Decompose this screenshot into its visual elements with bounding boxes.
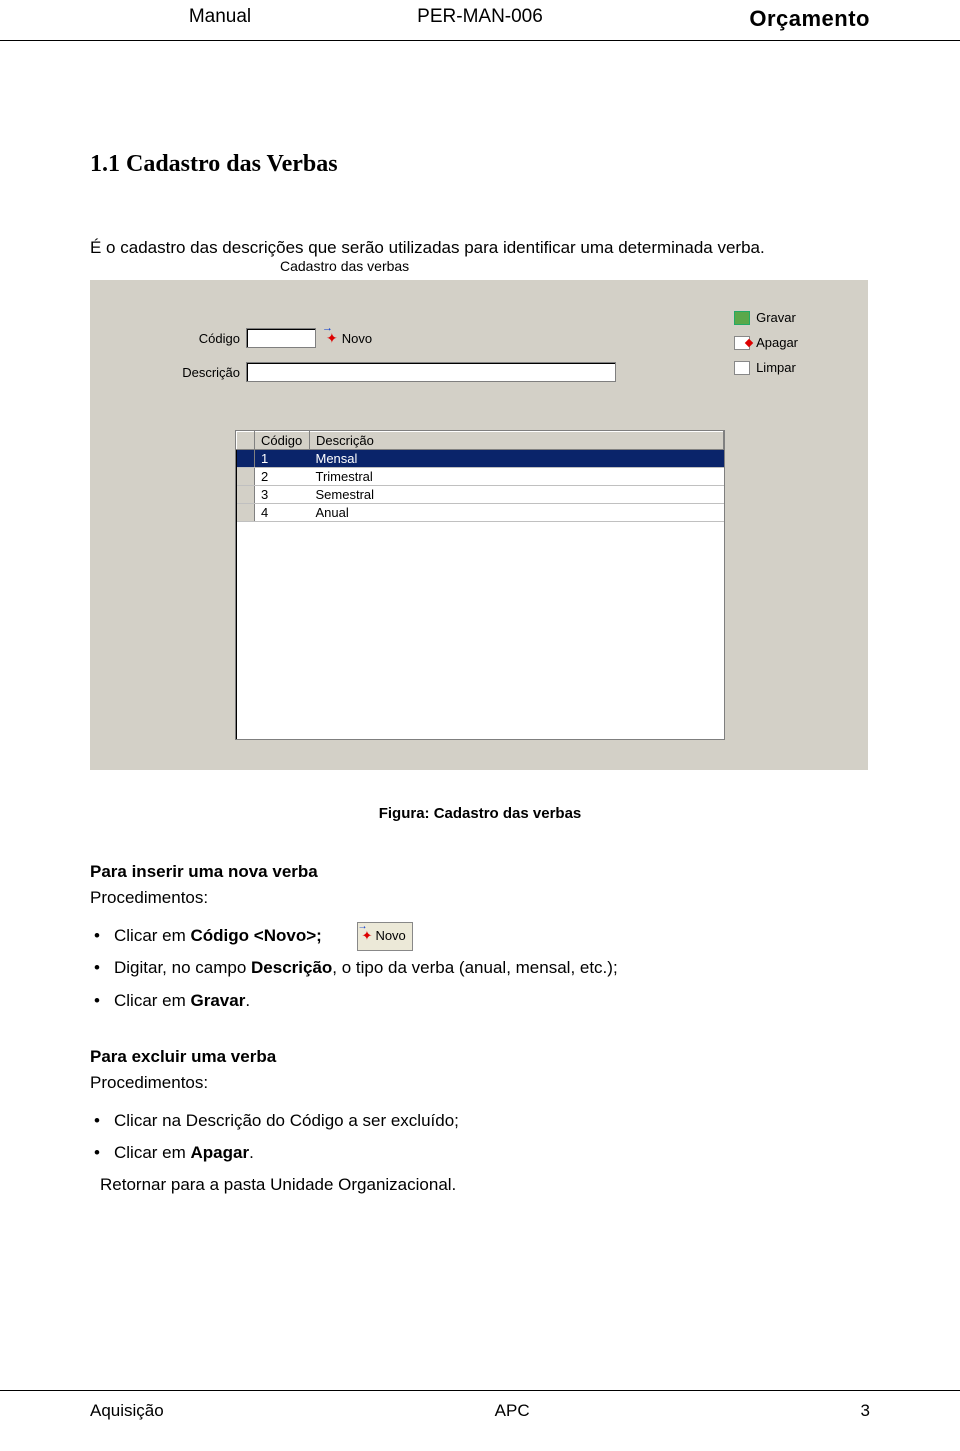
bold-text: Código <Novo>; [191,926,322,945]
data-grid[interactable]: Código Descrição 1 Mensal 2 [235,430,725,740]
footer-left: Aquisição [90,1401,164,1421]
row-gutter [237,468,255,486]
footer-mid: APC [495,1401,530,1421]
footer-right-page-number: 3 [861,1401,870,1421]
list-item: Clicar em Apagar. [90,1137,870,1169]
cell-codigo: 3 [255,486,310,504]
list-item: Clicar em Código <Novo>; ✦ Novo [90,920,870,952]
insert-bullets: Clicar em Código <Novo>; ✦ Novo Digitar,… [90,920,870,1017]
header-mid: PER-MAN-006 [350,6,610,32]
cell-descricao: Semestral [310,486,724,504]
app-window: Código ✦ Novo Descrição Gravar Apagar [90,280,868,770]
page-header: Manual PER-MAN-006 Orçamento [0,0,960,41]
table-row[interactable]: 1 Mensal [237,450,724,468]
list-item: Clicar em Gravar. [90,985,870,1017]
cell-descricao: Trimestral [310,468,724,486]
table-row[interactable]: 2 Trimestral [237,468,724,486]
novo-label: Novo [375,924,405,949]
text: Clicar em [114,991,191,1010]
gravar-button[interactable]: Gravar [734,310,798,325]
codigo-input[interactable] [246,328,316,348]
text: , o tipo da verba (anual, mensal, etc.); [332,958,617,977]
limpar-button[interactable]: Limpar [734,360,798,375]
grid-header-row: Código Descrição [237,432,724,450]
figure-caption: Figura: Cadastro das verbas [90,805,870,822]
text: . [249,1143,254,1162]
text: Clicar em [114,1143,191,1162]
list-item: Clicar na Descrição do Código a ser excl… [90,1105,870,1137]
cell-descricao: Anual [310,504,724,522]
apagar-button[interactable]: Apagar [734,335,798,350]
table-row[interactable]: 4 Anual [237,504,724,522]
inline-novo-button: ✦ Novo [357,922,413,951]
delete-subhead: Para excluir uma verba [90,1047,870,1067]
delete-proc-label: Procedimentos: [90,1073,870,1093]
limpar-label: Limpar [756,360,796,375]
page-footer: Aquisição APC 3 [0,1390,960,1421]
cell-codigo: 2 [255,468,310,486]
text: . [245,991,250,1010]
novo-icon: ✦ [362,924,373,949]
bold-text: Gravar [191,991,246,1010]
novo-label: Novo [342,331,372,346]
list-item: Digitar, no campo Descrição, o tipo da v… [90,952,870,984]
row-gutter [237,504,255,522]
header-right: Orçamento [610,6,870,32]
row-gutter [237,486,255,504]
insert-subhead: Para inserir uma nova verba [90,862,870,882]
insert-proc-label: Procedimentos: [90,888,870,908]
apagar-icon [734,336,750,350]
grid-gutter-header [237,432,255,450]
header-left: Manual [90,6,350,32]
intro-text: É o cadastro das descrições que serão ut… [90,238,870,258]
grid-header-codigo: Código [255,432,310,450]
return-text: Retornar para a pasta Unidade Organizaci… [90,1175,870,1195]
codigo-label: Código [185,331,240,346]
descricao-label: Descrição [169,365,240,380]
cell-codigo: 4 [255,504,310,522]
gravar-label: Gravar [756,310,796,325]
row-gutter [237,450,255,468]
novo-button[interactable]: ✦ Novo [326,330,372,347]
cell-codigo: 1 [255,450,310,468]
apagar-label: Apagar [756,335,798,350]
section-title: 1.1 Cadastro das Verbas [90,151,870,178]
app-window-title: Cadastro das verbas [280,258,409,274]
novo-icon: ✦ [326,330,338,347]
bold-text: Apagar [191,1143,250,1162]
bold-text: Descrição [251,958,332,977]
limpar-icon [734,361,750,375]
grid-header-descricao: Descrição [310,432,724,450]
table-row[interactable]: 3 Semestral [237,486,724,504]
descricao-input[interactable] [246,362,616,382]
delete-bullets: Clicar na Descrição do Código a ser excl… [90,1105,870,1170]
text: Clicar em [114,926,191,945]
gravar-icon [734,311,750,325]
text: Digitar, no campo [114,958,251,977]
cell-descricao: Mensal [310,450,724,468]
